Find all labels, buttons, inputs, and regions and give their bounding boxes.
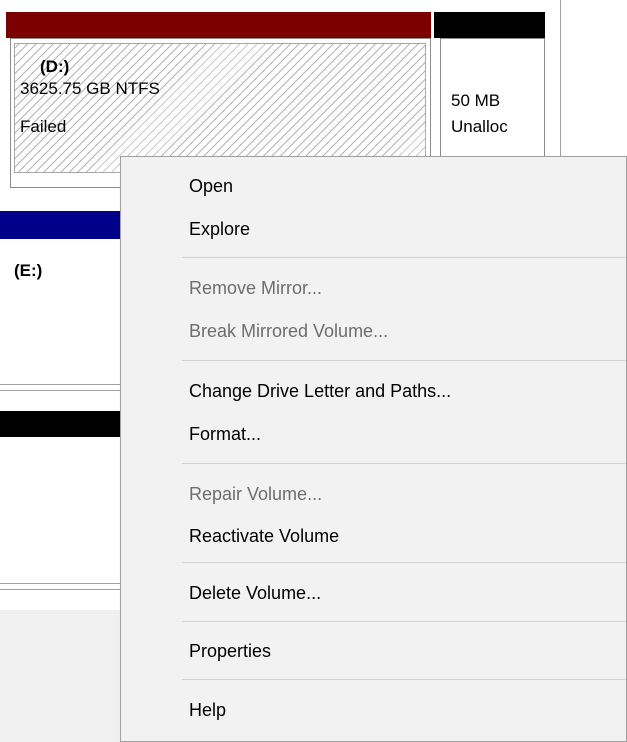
volume-d-status: Failed [20,117,67,136]
menu-item-delete-volume[interactable]: Delete Volume... [121,575,626,611]
disk-3-status-bar [0,411,121,437]
unallocated-label: Unalloc [451,117,508,136]
disk-row-divider [0,589,121,590]
disk-row-divider [0,390,121,391]
context-menu: Open Explore Remove Mirror... Break Mirr… [120,156,627,742]
menu-item-format[interactable]: Format... [121,416,626,452]
volume-e-name[interactable]: (E:) [14,260,42,282]
menu-separator [182,562,626,563]
menu-item-explore[interactable]: Explore [121,211,626,247]
unallocated-status-bar [434,12,545,38]
volume-d-size: 3625.75 GB NTFS [20,79,160,98]
menu-item-properties[interactable]: Properties [121,633,626,669]
menu-separator [182,257,626,258]
menu-item-break-mirrored-volume[interactable]: Break Mirrored Volume... [121,313,626,349]
menu-item-repair-volume[interactable]: Repair Volume... [121,476,626,512]
volume-d-status-bar [6,12,431,38]
menu-item-remove-mirror[interactable]: Remove Mirror... [121,270,626,306]
menu-item-help[interactable]: Help [121,692,626,728]
volume-d-selected-area[interactable] [14,43,426,173]
unallocated-size: 50 MB [451,91,501,110]
menu-separator [182,360,626,361]
menu-separator [182,463,626,464]
menu-separator [182,679,626,680]
disk-row-divider [0,583,121,584]
menu-item-reactivate-volume[interactable]: Reactivate Volume [121,518,626,554]
menu-separator [182,621,626,622]
volume-d-name: (D:) [40,57,70,76]
menu-item-change-drive-letter[interactable]: Change Drive Letter and Paths... [121,373,626,409]
disk-row-divider [0,384,121,385]
menu-item-open[interactable]: Open [121,168,626,204]
volume-e-status-bar [0,211,121,239]
